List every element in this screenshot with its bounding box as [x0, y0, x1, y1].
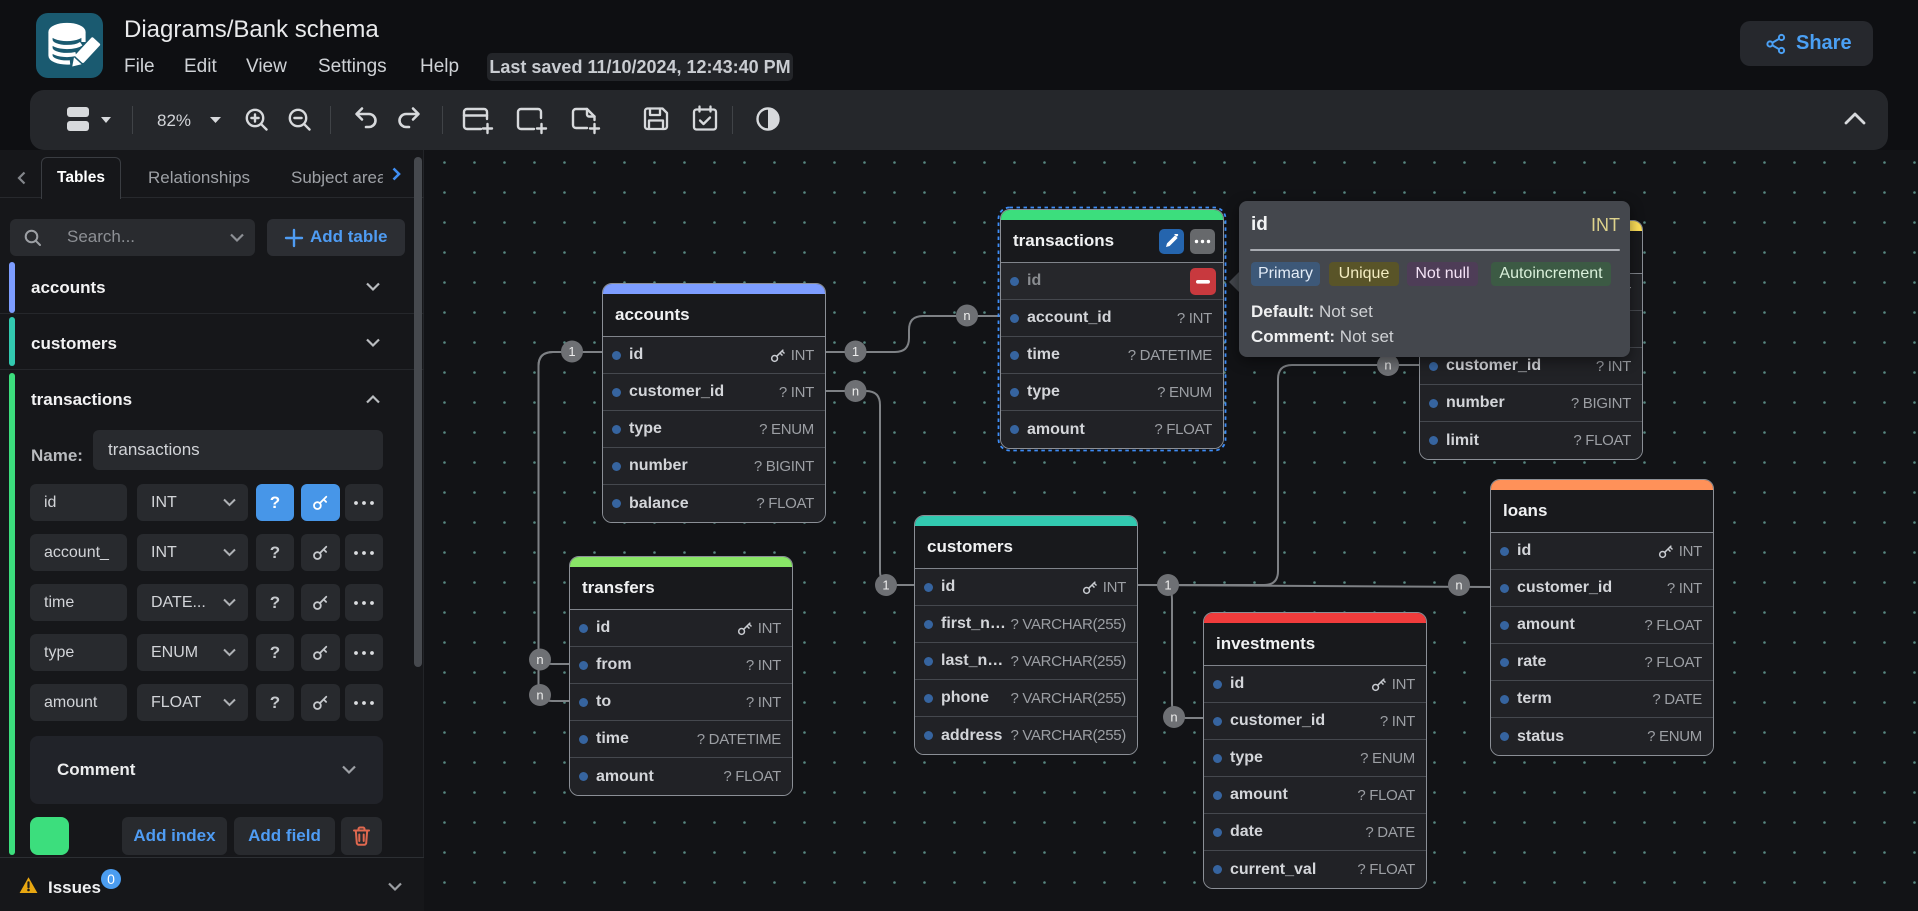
svg-text:n: n [1170, 710, 1177, 725]
svg-text:n: n [536, 688, 543, 703]
svg-text:n: n [852, 384, 859, 399]
svg-text:n: n [963, 308, 970, 323]
svg-text:n: n [1455, 578, 1462, 593]
svg-text:n: n [536, 652, 543, 667]
svg-text:1: 1 [1164, 578, 1171, 593]
svg-text:1: 1 [882, 578, 889, 593]
svg-text:1: 1 [852, 344, 859, 359]
svg-text:1: 1 [568, 344, 575, 359]
svg-text:n: n [1384, 358, 1391, 373]
